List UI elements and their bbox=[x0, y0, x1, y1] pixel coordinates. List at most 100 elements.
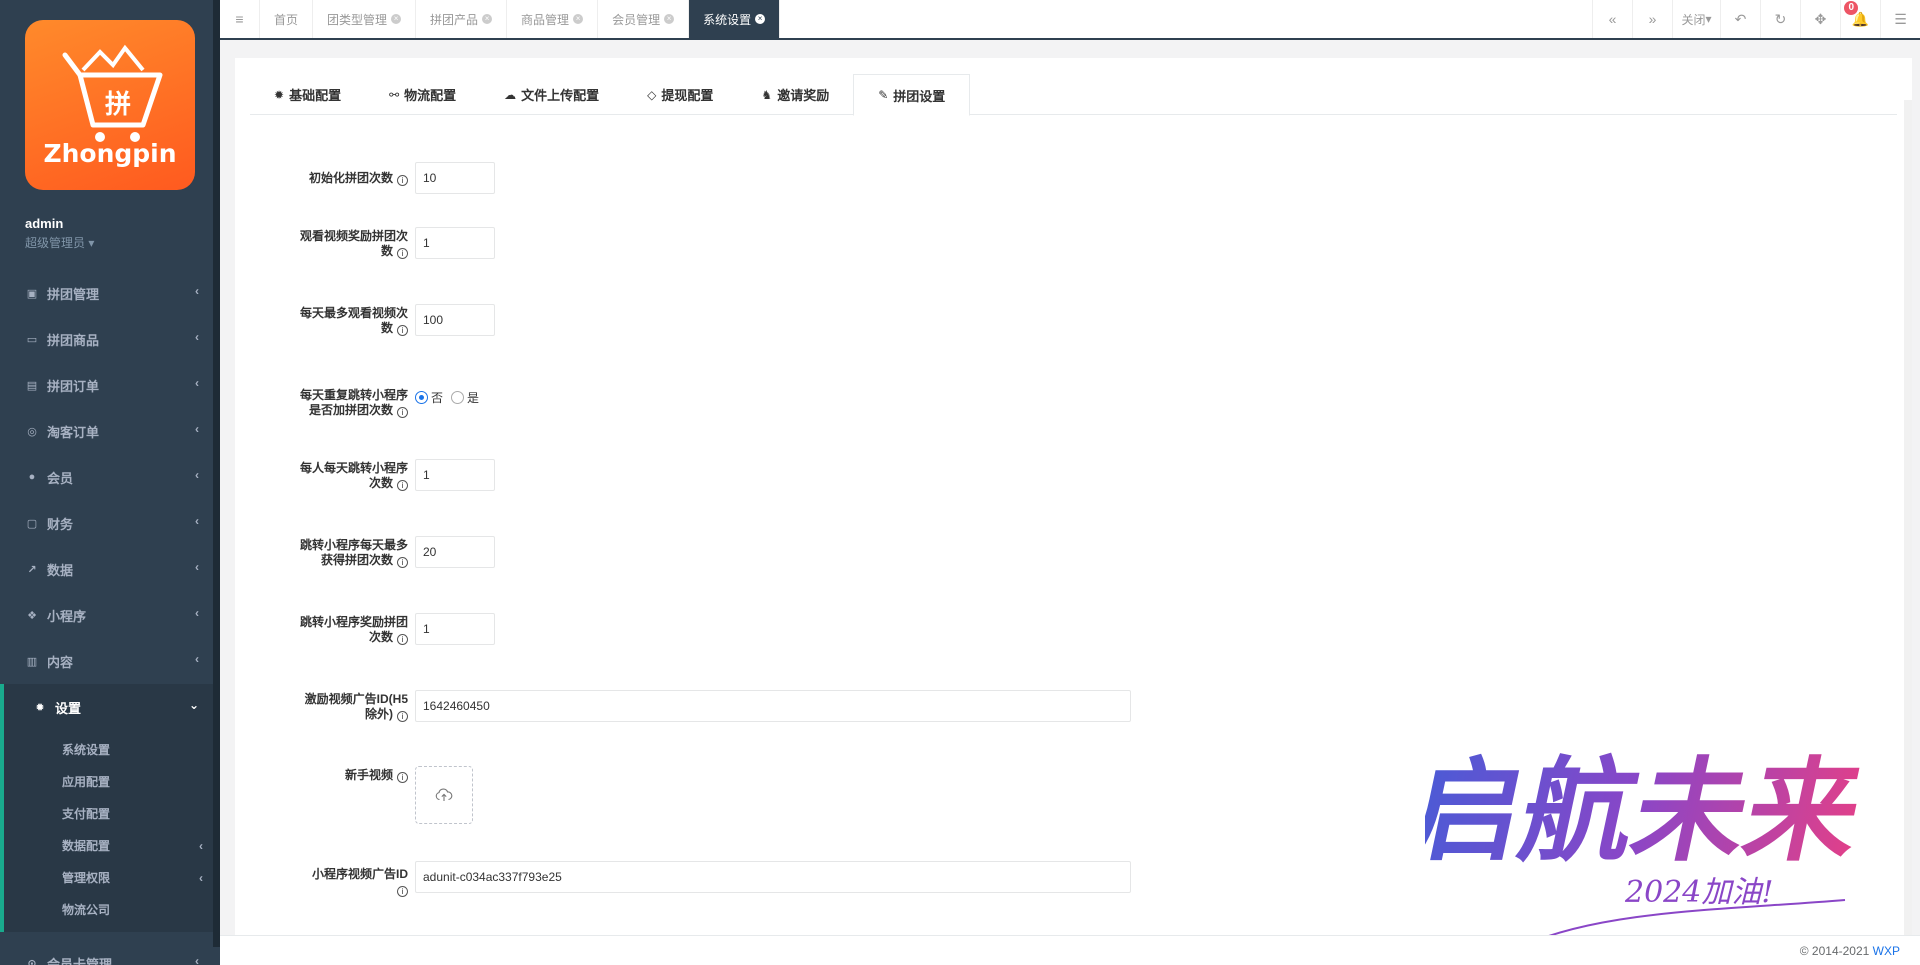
info-icon[interactable]: i bbox=[397, 480, 408, 491]
globe-icon: ◎ bbox=[27, 425, 37, 438]
laptop-icon: ▭ bbox=[26, 333, 38, 346]
sidebar-subitem-data-config[interactable]: 数据配置 ‹ bbox=[4, 830, 213, 862]
refresh-button[interactable]: ↻ bbox=[1760, 0, 1800, 38]
cubes-icon: ❖ bbox=[27, 609, 37, 622]
tab-basic-config[interactable]: ✹ 基础配置 bbox=[250, 74, 365, 115]
topbar-actions: « » 关闭 ▾ ↶ ↻ ✥ 🔔 0 ☰ bbox=[1592, 0, 1920, 38]
info-icon[interactable]: i bbox=[397, 175, 408, 186]
field-label: 初始化拼团次数 i bbox=[290, 171, 408, 186]
chevron-left-icon: ‹ bbox=[195, 954, 199, 965]
chevron-left-icon: ‹ bbox=[195, 330, 199, 344]
daily-jump-input[interactable] bbox=[415, 459, 495, 491]
scroll-tabs-right-button[interactable]: » bbox=[1632, 0, 1672, 38]
info-icon[interactable]: i bbox=[397, 634, 408, 645]
notifications-button[interactable]: 🔔 0 bbox=[1840, 0, 1880, 38]
tab-system-settings[interactable]: 系统设置 × bbox=[689, 0, 781, 38]
train-icon: ▣ bbox=[26, 287, 38, 300]
footer-link[interactable]: WXP bbox=[1873, 944, 1900, 958]
sidebar-item-miniprogram[interactable]: ❖ 小程序 ‹ bbox=[0, 592, 213, 638]
sidebar-item-content[interactable]: ▥ 内容 ‹ bbox=[0, 638, 213, 684]
sidebar-item-group-management[interactable]: ▣ 拼团管理 ‹ bbox=[0, 270, 213, 316]
jump-reward-input[interactable] bbox=[415, 613, 495, 645]
user-role[interactable]: 超级管理员 ▾ bbox=[25, 234, 94, 251]
cloud-upload-icon bbox=[435, 788, 453, 801]
chevron-left-icon: ‹ bbox=[199, 839, 203, 853]
sidebar-subitem-app-config[interactable]: 应用配置 bbox=[4, 766, 213, 798]
info-icon[interactable]: i bbox=[397, 557, 408, 568]
chevron-left-icon: ‹ bbox=[195, 514, 199, 528]
sidebar-subitem-payment-config[interactable]: 支付配置 bbox=[4, 798, 213, 830]
tab-withdraw-config[interactable]: ◇ 提现配置 bbox=[623, 74, 737, 115]
sidebar-subitem-permissions[interactable]: 管理权限 ‹ bbox=[4, 862, 213, 894]
sidebar-item-settings[interactable]: ✹ 设置 ⌄ bbox=[0, 684, 213, 730]
close-icon[interactable]: × bbox=[755, 14, 766, 24]
close-icon[interactable]: × bbox=[391, 14, 402, 24]
chart-icon: ↗ bbox=[27, 563, 37, 576]
sidebar-item-taoke-orders[interactable]: ◎ 淘客订单 ‹ bbox=[0, 408, 213, 454]
info-icon[interactable]: i bbox=[397, 772, 408, 783]
close-icon[interactable]: × bbox=[482, 14, 493, 24]
close-icon[interactable]: × bbox=[573, 14, 584, 24]
init-count-input[interactable] bbox=[415, 162, 495, 194]
card-icon: ⊙ bbox=[27, 957, 37, 965]
field-label: 每天重复跳转小程序 是否加拼团次数 i bbox=[299, 388, 408, 418]
brand-logo: 拼 Zhongpin bbox=[25, 20, 195, 190]
max-watch-input[interactable] bbox=[415, 304, 495, 336]
video-upload-button[interactable] bbox=[415, 766, 473, 824]
info-icon[interactable]: i bbox=[397, 407, 408, 418]
right-sidebar-button[interactable]: ☰ bbox=[1880, 0, 1920, 38]
ad-id-input[interactable] bbox=[415, 690, 1131, 722]
sidebar: 拼 Zhongpin admin 超级管理员 ▾ ▣ 拼团管理 ‹ ▭ 拼团商品 ‹ ▤… bbox=[0, 0, 220, 965]
tab-invite-reward[interactable]: ♞ 邀请奖励 bbox=[737, 74, 853, 115]
svg-text:拼: 拼 bbox=[105, 90, 131, 120]
radio-yes[interactable] bbox=[451, 391, 465, 404]
field-label: 每天最多观看视频次数 i bbox=[299, 306, 408, 336]
paint-brush-icon: ✎ bbox=[878, 88, 889, 102]
info-icon[interactable]: i bbox=[397, 248, 408, 259]
caret-down-icon: ▾ bbox=[1705, 12, 1712, 26]
tab-group-settings[interactable]: ✎ 拼团设置 bbox=[853, 74, 971, 116]
chevron-left-icon: ‹ bbox=[199, 871, 203, 885]
fullscreen-button[interactable]: ✥ bbox=[1800, 0, 1840, 38]
sidebar-item-data[interactable]: ↗ 数据 ‹ bbox=[0, 546, 213, 592]
book-icon: ▥ bbox=[26, 655, 38, 668]
tab-upload-config[interactable]: ☁ 文件上传配置 bbox=[480, 74, 623, 115]
user-secret-icon: ♞ bbox=[761, 87, 773, 102]
tab-home[interactable]: 首页 bbox=[260, 0, 314, 38]
close-tabs-dropdown[interactable]: 关闭 ▾ bbox=[1672, 0, 1720, 38]
field-label: 小程序视频广告ID i bbox=[311, 867, 408, 897]
tab-group-types[interactable]: 团类型管理 × bbox=[313, 0, 417, 38]
radio-yes-label: 是 bbox=[467, 391, 480, 405]
mini-ad-id-input[interactable] bbox=[415, 861, 1131, 893]
undo-button[interactable]: ↶ bbox=[1720, 0, 1760, 38]
info-icon[interactable]: i bbox=[397, 711, 408, 722]
sidebar-item-members[interactable]: ● 会员 ‹ bbox=[0, 454, 213, 500]
reply-icon: ↶ bbox=[1734, 10, 1747, 27]
jump-max-input[interactable] bbox=[415, 536, 495, 568]
gear-icon: ✹ bbox=[274, 87, 285, 102]
info-icon[interactable]: i bbox=[397, 325, 408, 336]
tab-group-products[interactable]: 拼团产品 × bbox=[416, 0, 508, 38]
user-profile[interactable]: admin 超级管理员 ▾ bbox=[25, 216, 94, 251]
field-label: 每人每天跳转小程序 次数 i bbox=[299, 461, 408, 491]
scroll-tabs-left-button[interactable]: « bbox=[1592, 0, 1632, 38]
sidebar-subitem-system-settings[interactable]: 系统设置 bbox=[4, 734, 213, 766]
chevron-left-icon: ‹ bbox=[195, 422, 199, 436]
sidebar-item-group-products[interactable]: ▭ 拼团商品 ‹ bbox=[0, 316, 213, 362]
sidebar-item-member-cards[interactable]: ⊙ 会员卡管理 ‹ bbox=[0, 940, 213, 965]
tab-member-management[interactable]: 会员管理 × bbox=[598, 0, 690, 38]
gear-icon: ✹ bbox=[35, 701, 45, 714]
tab-logistics-config[interactable]: ⚯ 物流配置 bbox=[365, 74, 480, 115]
tab-product-management[interactable]: 商品管理 × bbox=[507, 0, 599, 38]
sidebar-scrollbar[interactable] bbox=[213, 0, 220, 947]
radio-no[interactable] bbox=[415, 391, 428, 404]
menu-toggle-button[interactable]: ≡ bbox=[220, 0, 260, 38]
close-icon[interactable]: × bbox=[664, 14, 675, 24]
watch-reward-input[interactable] bbox=[415, 227, 495, 259]
user-icon: ● bbox=[28, 471, 36, 483]
sidebar-item-finance[interactable]: ▢ 财务 ‹ bbox=[0, 500, 213, 546]
panel-scrollbar[interactable] bbox=[1904, 100, 1912, 965]
info-icon[interactable]: i bbox=[397, 886, 408, 897]
sidebar-subitem-logistics[interactable]: 物流公司 bbox=[4, 894, 213, 926]
sidebar-item-group-orders[interactable]: ▤ 拼团订单 ‹ bbox=[0, 362, 213, 408]
